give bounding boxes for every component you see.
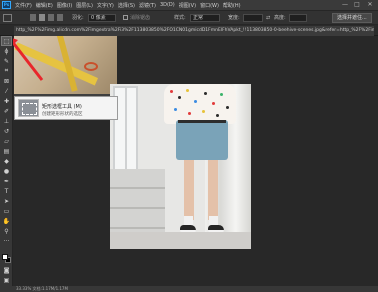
photo-floor bbox=[110, 232, 251, 249]
style-select[interactable]: 正常 bbox=[190, 14, 220, 22]
style-label: 样式: bbox=[174, 15, 186, 21]
maximize-button[interactable]: □ bbox=[352, 1, 362, 9]
blur-tool-icon[interactable]: ◆ bbox=[2, 157, 11, 165]
stamp-tool-icon[interactable]: ⊥ bbox=[2, 117, 11, 125]
select-and-mask-button[interactable]: 选择并遮住... bbox=[332, 13, 372, 23]
menu-item[interactable]: 滤镜(T) bbox=[139, 2, 156, 9]
brush-tool-icon[interactable]: ✐ bbox=[2, 107, 11, 115]
photo-shoe-right bbox=[208, 225, 224, 232]
menu-item[interactable]: 图像(I) bbox=[57, 2, 72, 9]
menu-item[interactable]: 图层(L) bbox=[76, 2, 93, 9]
crop-tool-icon[interactable]: ⌗ bbox=[2, 67, 11, 75]
document-photo[interactable] bbox=[110, 84, 251, 249]
document-tab[interactable]: http_%2F%2Fimg.alicdn.com%2Fimgextra%2Fi… bbox=[14, 26, 374, 36]
photo-belt bbox=[178, 120, 226, 123]
photo-shorts bbox=[176, 120, 228, 160]
tooltip-title: 矩形选框工具 (M) bbox=[42, 104, 82, 110]
tooltip-description: 创建矩形形状的选区 bbox=[42, 112, 83, 117]
healing-tool-icon[interactable]: ✚ bbox=[2, 97, 11, 105]
screen-mode-icon[interactable]: ▣ bbox=[2, 276, 11, 284]
menu-item[interactable]: 文件(F) bbox=[15, 2, 32, 9]
status-bar: 33.33% 文档:1.17M/1.17M bbox=[0, 286, 378, 292]
pen-tool-icon[interactable]: ✒ bbox=[2, 177, 11, 185]
tool-preset-picker[interactable] bbox=[3, 14, 12, 22]
history-brush-tool-icon[interactable]: ↺ bbox=[2, 127, 11, 135]
shape-tool-icon[interactable]: ▭ bbox=[2, 207, 11, 215]
photoshop-logo: Ps bbox=[2, 1, 11, 9]
antialias-checkbox[interactable] bbox=[123, 15, 128, 20]
frame-tool-icon[interactable]: ⊠ bbox=[2, 77, 11, 85]
feather-label: 羽化: bbox=[72, 15, 84, 21]
menu-item[interactable]: 选择(S) bbox=[118, 2, 135, 9]
minimize-button[interactable]: — bbox=[340, 1, 350, 9]
menu-item[interactable]: 帮助(H) bbox=[223, 2, 241, 9]
new-selection-button[interactable] bbox=[30, 14, 36, 21]
feather-input[interactable]: 0 像素 bbox=[88, 14, 116, 22]
lasso-tool-icon[interactable]: ϕ bbox=[2, 47, 11, 55]
zoom-tool-icon[interactable]: ⚲ bbox=[2, 227, 11, 235]
menu-item[interactable]: 视图(V) bbox=[179, 2, 196, 9]
options-bar: 羽化: 0 像素 消除锯齿 样式: 正常 宽度: ⇄ 高度: 选择并遮住... bbox=[0, 10, 378, 25]
menu-item[interactable]: 文字(Y) bbox=[97, 2, 114, 9]
close-button[interactable]: ✕ bbox=[365, 1, 375, 9]
photo-shirt bbox=[164, 84, 236, 124]
type-tool-icon[interactable]: T bbox=[2, 187, 11, 195]
menu-item[interactable]: 窗口(W) bbox=[200, 2, 219, 9]
quick-select-tool-icon[interactable]: ✎ bbox=[2, 57, 11, 65]
height-input[interactable] bbox=[289, 14, 307, 22]
tools-panel: ◙ ▣ ⬚ ϕ ✎ ⌗ ⊠ ⁄ ✚ ✐ ⊥ ↺ ▱ ▤ ◆ ● ✒ T ➤ ▭ ✋ ⚲ ··· bbox=[0, 36, 13, 286]
menu-bar: Ps 文件(F) 编辑(E) 图像(I) 图层(L) 文字(Y) 选择(S) 滤镜(T) 3D… bbox=[0, 0, 378, 10]
eraser-tool-icon[interactable]: ▱ bbox=[2, 137, 11, 145]
add-selection-button[interactable] bbox=[39, 14, 45, 21]
eyedropper-tool-icon[interactable]: ⁄ bbox=[2, 87, 11, 95]
height-label: 高度: bbox=[274, 15, 286, 21]
photo-leg-right bbox=[208, 160, 218, 220]
foreground-color-swatch[interactable] bbox=[2, 254, 8, 260]
menu-item[interactable]: 3D(D) bbox=[160, 2, 175, 8]
subtract-selection-button[interactable] bbox=[48, 14, 54, 21]
marquee-tool-icon[interactable]: ⬚ bbox=[1, 36, 12, 46]
width-input[interactable] bbox=[243, 14, 263, 22]
main-menu: 文件(F) 编辑(E) 图像(I) 图层(L) 文字(Y) 选择(S) 滤镜(T) 3D(D)… bbox=[15, 0, 241, 10]
intersect-selection-button[interactable] bbox=[57, 14, 63, 21]
width-label: 宽度: bbox=[228, 15, 240, 21]
menu-item[interactable]: 编辑(E) bbox=[36, 2, 53, 9]
path-select-tool-icon[interactable]: ➤ bbox=[2, 197, 11, 205]
photo-leg-left bbox=[184, 160, 194, 220]
hand-tool-icon[interactable]: ✋ bbox=[2, 217, 11, 225]
gradient-tool-icon[interactable]: ▤ bbox=[2, 147, 11, 155]
dodge-tool-icon[interactable]: ● bbox=[2, 167, 11, 175]
photo-shoe-left bbox=[180, 225, 196, 232]
antialias-label: 消除锯齿 bbox=[130, 15, 151, 21]
quick-mask-icon[interactable]: ◙ bbox=[2, 266, 11, 274]
edit-toolbar-icon[interactable]: ··· bbox=[2, 237, 11, 245]
swap-icon[interactable]: ⇄ bbox=[266, 14, 270, 22]
tooltip-preview-image bbox=[18, 99, 39, 117]
